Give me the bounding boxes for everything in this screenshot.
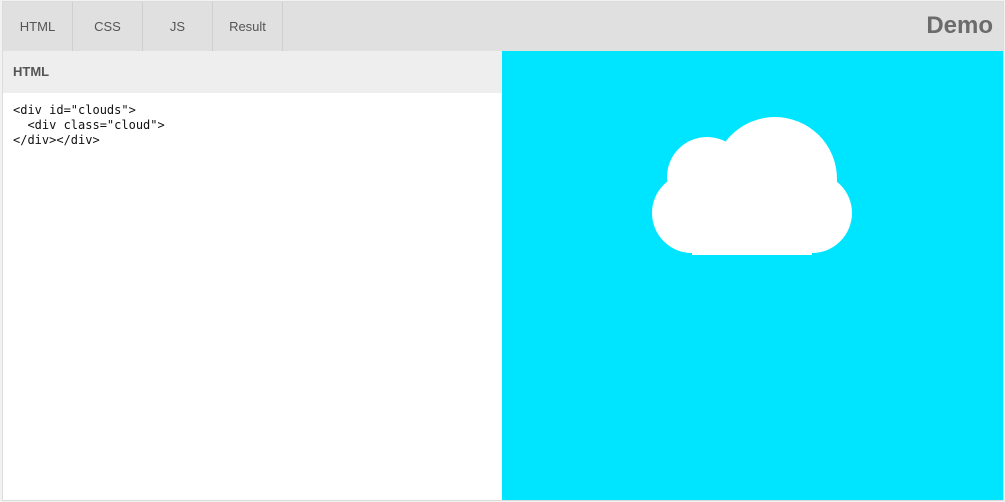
cloud-fill bbox=[652, 117, 852, 255]
demo-frame: HTML CSS JS Result Demo HTML <div id="cl… bbox=[2, 1, 1004, 501]
html-panel: HTML <div id="clouds"> <div class="cloud… bbox=[3, 51, 502, 500]
html-panel-title: HTML bbox=[3, 51, 502, 93]
tab-bar: HTML CSS JS Result bbox=[3, 2, 283, 51]
html-code-editor[interactable]: <div id="clouds"> <div class="cloud"> </… bbox=[3, 93, 502, 158]
cloud-shape bbox=[652, 117, 852, 255]
top-bar: HTML CSS JS Result Demo bbox=[3, 2, 1003, 51]
tab-js[interactable]: JS bbox=[143, 2, 213, 51]
tab-html[interactable]: HTML bbox=[3, 2, 73, 51]
tab-result[interactable]: Result bbox=[213, 2, 283, 51]
tab-css[interactable]: CSS bbox=[73, 2, 143, 51]
result-panel bbox=[502, 51, 1003, 500]
brand-title: Demo bbox=[926, 12, 993, 39]
